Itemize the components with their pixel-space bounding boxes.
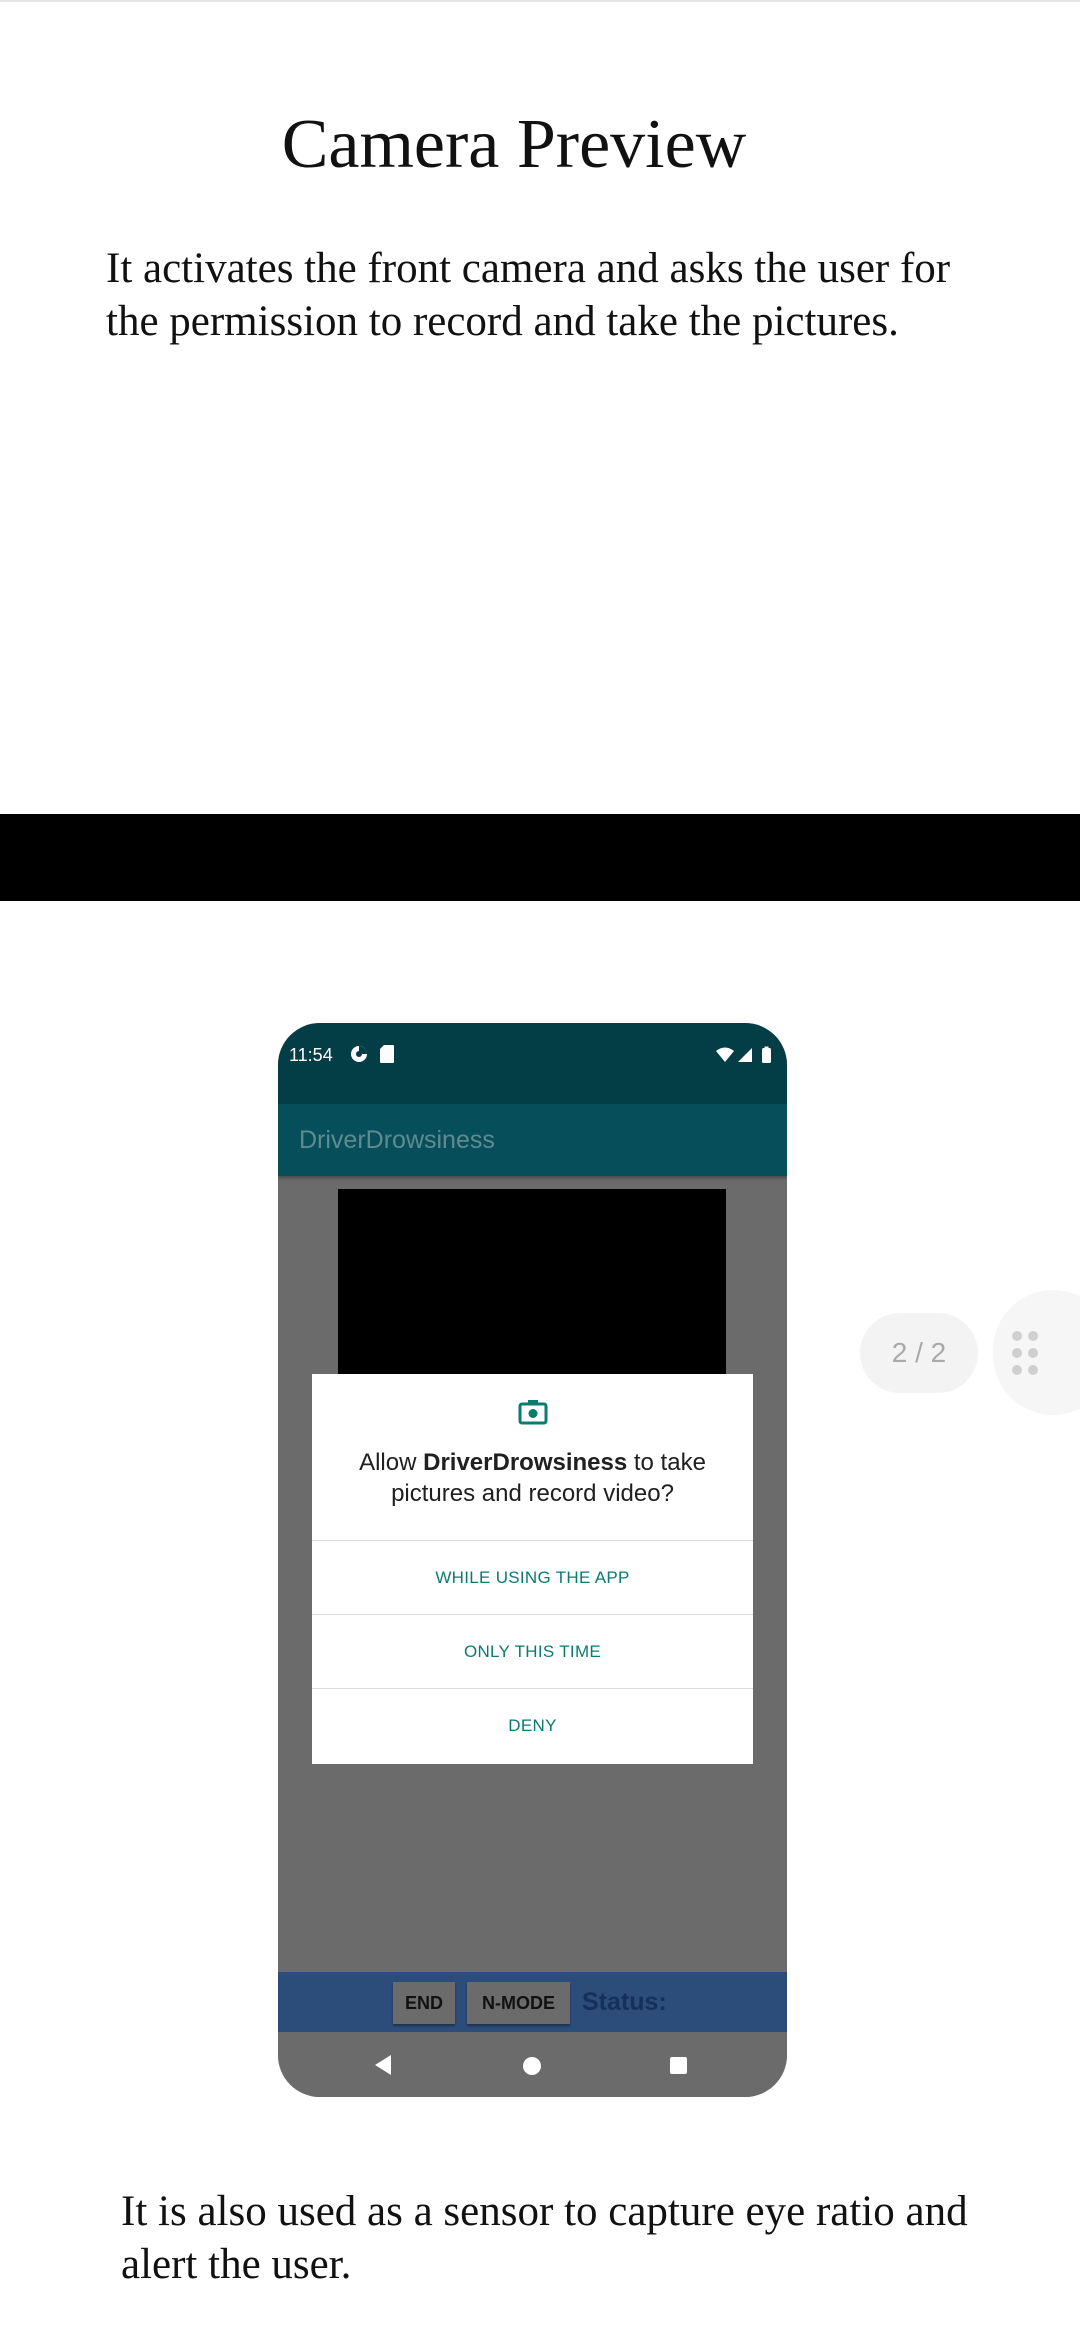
drag-dots-icon [1010,1330,1042,1380]
black-divider-band [0,814,1080,901]
app-title: DriverDrowsiness [299,1126,495,1154]
status-bar: 11:54 [278,1023,787,1104]
back-icon[interactable] [373,2054,393,2080]
n-mode-button[interactable]: N-MODE [467,1982,570,2024]
permission-dialog: Allow DriverDrowsiness to take pictures … [312,1374,753,1764]
paragraph-eye-ratio: It is also used as a sensor to capture e… [121,2188,968,2288]
dialog-message: Allow DriverDrowsiness to take pictures … [332,1447,733,1509]
bottom-control-bar: END N-MODE Status: [278,1972,787,2032]
data-saver-icon [349,1044,369,1069]
nav-bar [278,2032,787,2097]
signal-icon [738,1048,752,1062]
wifi-icon [716,1047,734,1062]
while-using-app-button[interactable]: WHILE USING THE APP [312,1540,753,1615]
app-bar: DriverDrowsiness [278,1104,787,1176]
camera-preview [338,1189,726,1389]
dialog-app-name: DriverDrowsiness [423,1449,628,1476]
home-icon[interactable] [523,2057,541,2075]
status-label: Status: [582,1988,667,2016]
top-rule [0,0,1080,2]
page-title: Camera Preview [281,106,747,183]
dialog-message-prefix: Allow [359,1449,424,1476]
status-time: 11:54 [289,1045,333,1065]
paragraph-camera-permission: It activates the front camera and asks t… [106,245,951,345]
battery-icon [762,1046,771,1063]
phone-screenshot: 11:54 DriverDrowsiness Allow DriverDrows… [278,1023,787,2097]
status-right-icons [715,1045,777,1070]
only-this-time-button[interactable]: ONLY THIS TIME [312,1614,753,1689]
end-button[interactable]: END [393,1982,455,2024]
sd-card-icon [379,1044,395,1069]
recents-icon[interactable] [670,2057,687,2074]
drag-handle[interactable] [993,1290,1080,1415]
camera-icon [518,1399,548,1430]
page-indicator: 2 / 2 [860,1313,978,1393]
deny-button[interactable]: DENY [312,1688,753,1763]
